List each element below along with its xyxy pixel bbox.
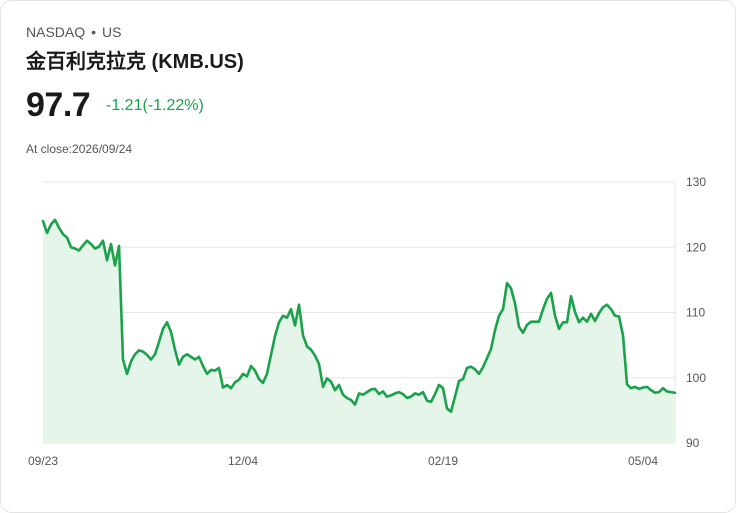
y-tick-label: 130 (686, 175, 706, 189)
y-axis-labels: 130 120 110 100 90 (686, 175, 706, 450)
x-tick-label: 05/04 (628, 454, 658, 468)
price-chart[interactable]: 13012011010090 09/2312/0402/1905/0407/20 (0, 0, 736, 513)
y-tick-label: 90 (686, 436, 700, 450)
price-area (43, 219, 675, 443)
x-tick-label: 09/23 (28, 454, 58, 468)
y-tick-label: 120 (686, 240, 706, 254)
y-tick-label: 100 (686, 371, 706, 385)
x-axis-labels: 09/2312/0402/1905/0407/20 (28, 454, 658, 468)
x-tick-label: 12/04 (228, 454, 258, 468)
y-tick-label: 110 (686, 306, 705, 320)
x-tick-label: 02/19 (428, 454, 458, 468)
